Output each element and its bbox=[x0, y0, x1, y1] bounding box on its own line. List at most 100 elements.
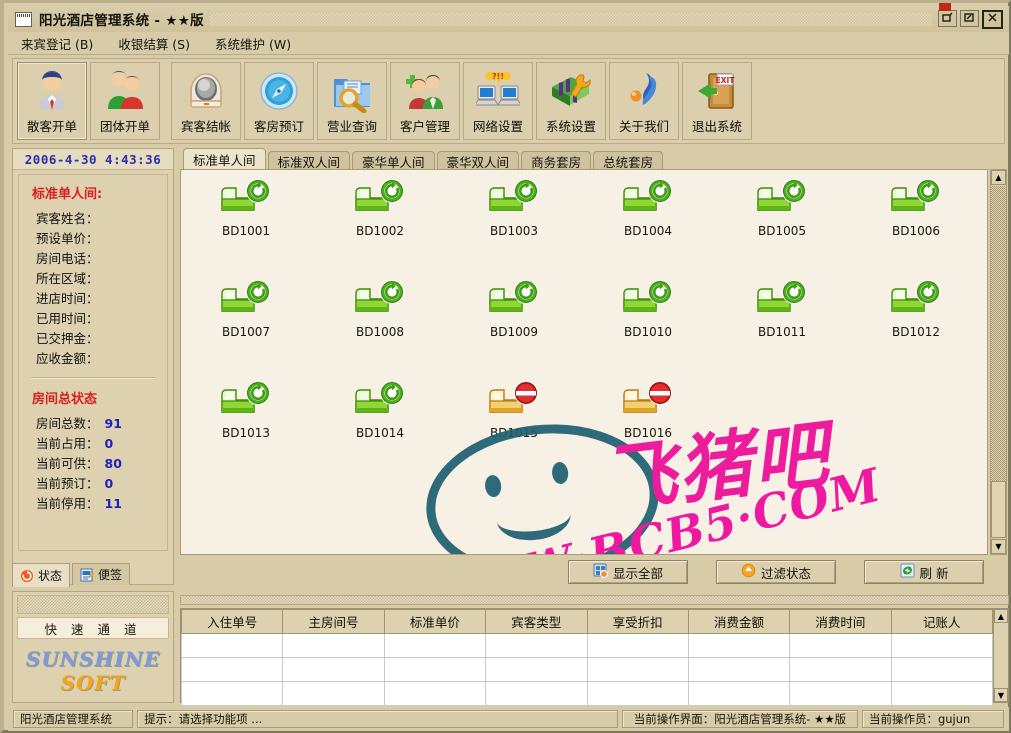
cell bbox=[890, 657, 994, 682]
room-item[interactable]: BD1009 bbox=[455, 279, 573, 339]
room-label: BD1005 bbox=[757, 224, 806, 238]
room-item[interactable]: BD1016 bbox=[589, 380, 707, 440]
main-toolbar: 散客开单 团体开单 宾客结帐 客房预订 营业查询 客户管理 ?!! 网络设置 系… bbox=[12, 58, 1005, 144]
consumption-table: 入住单号 主房间号 标准单价 宾客类型 享受折扣 消费金额 消费时间 记账人 ▲… bbox=[180, 608, 1009, 706]
room-item[interactable]: BD1014 bbox=[321, 380, 439, 440]
table-scroll-down-button[interactable]: ▼ bbox=[994, 688, 1008, 702]
toolbar-button-about-us[interactable]: 关于我们 bbox=[609, 62, 679, 140]
room-item[interactable]: BD1007 bbox=[187, 279, 305, 339]
cell bbox=[687, 681, 791, 706]
restore-button[interactable] bbox=[938, 9, 957, 27]
tab-standard-single[interactable]: 标准单人间 bbox=[183, 148, 266, 170]
field-label: 已用时间： bbox=[36, 311, 99, 326]
column-header[interactable]: 消费金额 bbox=[687, 609, 791, 634]
watermark-eye-right bbox=[551, 461, 570, 485]
toolbar-button-walkin-order[interactable]: 散客开单 bbox=[17, 62, 87, 140]
room-item[interactable]: BD1002 bbox=[321, 178, 439, 238]
room-grid-scrollbar[interactable]: ▲ ▼ bbox=[990, 169, 1007, 555]
stat-row: 当前停用： 11 bbox=[19, 494, 167, 514]
room-item[interactable]: BD1011 bbox=[723, 279, 841, 339]
toolbar-button-system-settings[interactable]: 系统设置 bbox=[536, 62, 606, 140]
room-available-icon bbox=[623, 280, 672, 312]
menu-bar: 来宾登记 (B) 收银结算 (S) 系统维护 (W) bbox=[8, 32, 1009, 55]
watermark-mouth bbox=[494, 491, 573, 544]
tab-deluxe-double[interactable]: 豪华双人间 bbox=[436, 151, 520, 170]
room-item[interactable]: BD1001 bbox=[187, 178, 305, 238]
maximize-button[interactable] bbox=[960, 9, 979, 27]
toolbar-button-checkout[interactable]: 宾客结帐 bbox=[171, 62, 241, 140]
window-icon bbox=[15, 11, 32, 27]
column-header[interactable]: 记账人 bbox=[890, 609, 994, 634]
info-row: 预设单价： bbox=[19, 229, 167, 249]
sidebar-tab-notes[interactable]: 便签 bbox=[72, 563, 131, 585]
room-label: BD1015 bbox=[489, 426, 538, 440]
sidebar-tab-label: 状态 bbox=[38, 569, 63, 583]
column-header[interactable]: 宾客类型 bbox=[485, 609, 588, 634]
column-header[interactable]: 入住单号 bbox=[180, 609, 284, 634]
column-header[interactable]: 主房间号 bbox=[282, 609, 385, 634]
cell bbox=[586, 657, 689, 682]
toolbar-button-room-booking[interactable]: 客房预订 bbox=[244, 62, 314, 140]
tab-business-suite[interactable]: 商务套房 bbox=[521, 151, 592, 170]
info-row: 所在区域： bbox=[19, 269, 167, 289]
column-header[interactable]: 消费时间 bbox=[789, 609, 892, 634]
stat-row: 当前预订： 0 bbox=[19, 474, 167, 494]
scroll-thumb[interactable] bbox=[991, 481, 1006, 538]
show-all-button[interactable]: 显示全部 bbox=[568, 560, 688, 584]
show-all-icon bbox=[593, 563, 608, 581]
cell bbox=[282, 657, 385, 682]
tab-deluxe-single[interactable]: 豪华单人间 bbox=[352, 151, 435, 170]
room-grid-area: BD1001 BD1002 BD1003 BD1004 BD1005 BD100… bbox=[180, 169, 988, 555]
toolbar-button-group-order[interactable]: 团体开单 bbox=[90, 62, 160, 140]
menu-cashier-settle[interactable]: 收银结算 (S) bbox=[115, 32, 193, 55]
table-header-row: 入住单号 主房间号 标准单价 宾客类型 享受折扣 消费金额 消费时间 记账人 bbox=[180, 609, 994, 634]
room-item[interactable]: BD1006 bbox=[857, 178, 975, 238]
tab-presidential-suite[interactable]: 总统套房 bbox=[593, 151, 664, 170]
close-button[interactable] bbox=[982, 9, 1003, 29]
scroll-down-button[interactable]: ▼ bbox=[991, 539, 1006, 554]
tab-standard-double[interactable]: 标准双人间 bbox=[267, 151, 351, 170]
room-item[interactable]: BD1004 bbox=[589, 178, 707, 238]
customer-people-icon bbox=[402, 68, 448, 113]
sidebar-tab-status[interactable]: 状态 bbox=[12, 563, 71, 587]
toolbar-label: 营业查询 bbox=[326, 119, 377, 134]
notes-icon bbox=[80, 568, 95, 582]
table-row[interactable] bbox=[180, 657, 994, 682]
table-scroll-up-button[interactable]: ▲ bbox=[994, 609, 1008, 623]
menu-guest-register[interactable]: 来宾登记 (B) bbox=[18, 32, 96, 55]
room-item[interactable]: BD1013 bbox=[187, 380, 305, 440]
toolbar-label: 团体开单 bbox=[99, 119, 150, 134]
room-item[interactable]: BD1010 bbox=[589, 279, 707, 339]
logo-line-2: SOFT bbox=[60, 671, 126, 695]
room-label: BD1007 bbox=[221, 325, 270, 339]
refresh-button[interactable]: 刷 新 bbox=[864, 560, 984, 584]
cell bbox=[383, 633, 487, 658]
toolbar-button-exit-system[interactable]: EXIT 退出系统 bbox=[682, 62, 752, 140]
scroll-up-button[interactable]: ▲ bbox=[991, 170, 1006, 185]
column-header[interactable]: 标准单价 bbox=[383, 609, 487, 634]
toolbar-label: 系统设置 bbox=[545, 119, 596, 134]
menu-system-maintenance[interactable]: 系统维护 (W) bbox=[212, 32, 294, 55]
table-body bbox=[180, 633, 994, 706]
room-item[interactable]: BD1008 bbox=[321, 279, 439, 339]
room-item[interactable]: BD1015 bbox=[455, 380, 573, 440]
column-header[interactable]: 享受折扣 bbox=[586, 609, 689, 634]
toolbar-button-network-settings[interactable]: ?!! 网络设置 bbox=[463, 62, 533, 140]
table-row[interactable] bbox=[180, 681, 994, 706]
table-scrollbar[interactable]: ▲ ▼ bbox=[993, 609, 1008, 702]
toolbar-button-business-query[interactable]: 营业查询 bbox=[317, 62, 387, 140]
stat-row: 房间总数： 91 bbox=[19, 414, 167, 434]
toolbar-button-customer-manage[interactable]: 客户管理 bbox=[390, 62, 460, 140]
room-label: BD1006 bbox=[891, 224, 940, 238]
room-disabled-icon bbox=[489, 381, 538, 413]
quick-access-title: 快 速 通 道 bbox=[17, 617, 169, 639]
room-item[interactable]: BD1012 bbox=[857, 279, 975, 339]
room-item[interactable]: BD1005 bbox=[723, 178, 841, 238]
room-label: BD1001 bbox=[221, 224, 270, 238]
table-row[interactable] bbox=[180, 633, 994, 658]
show-all-label: 显示全部 bbox=[612, 565, 663, 581]
guest-info-box: 标准单人间: 宾客姓名： 预设单价： 房间电话： 所在区域： 进店时间： 已用时… bbox=[18, 174, 168, 551]
stat-label: 房间总数： bbox=[36, 416, 99, 431]
room-item[interactable]: BD1003 bbox=[455, 178, 573, 238]
filter-status-button[interactable]: 过滤状态 bbox=[716, 560, 836, 584]
